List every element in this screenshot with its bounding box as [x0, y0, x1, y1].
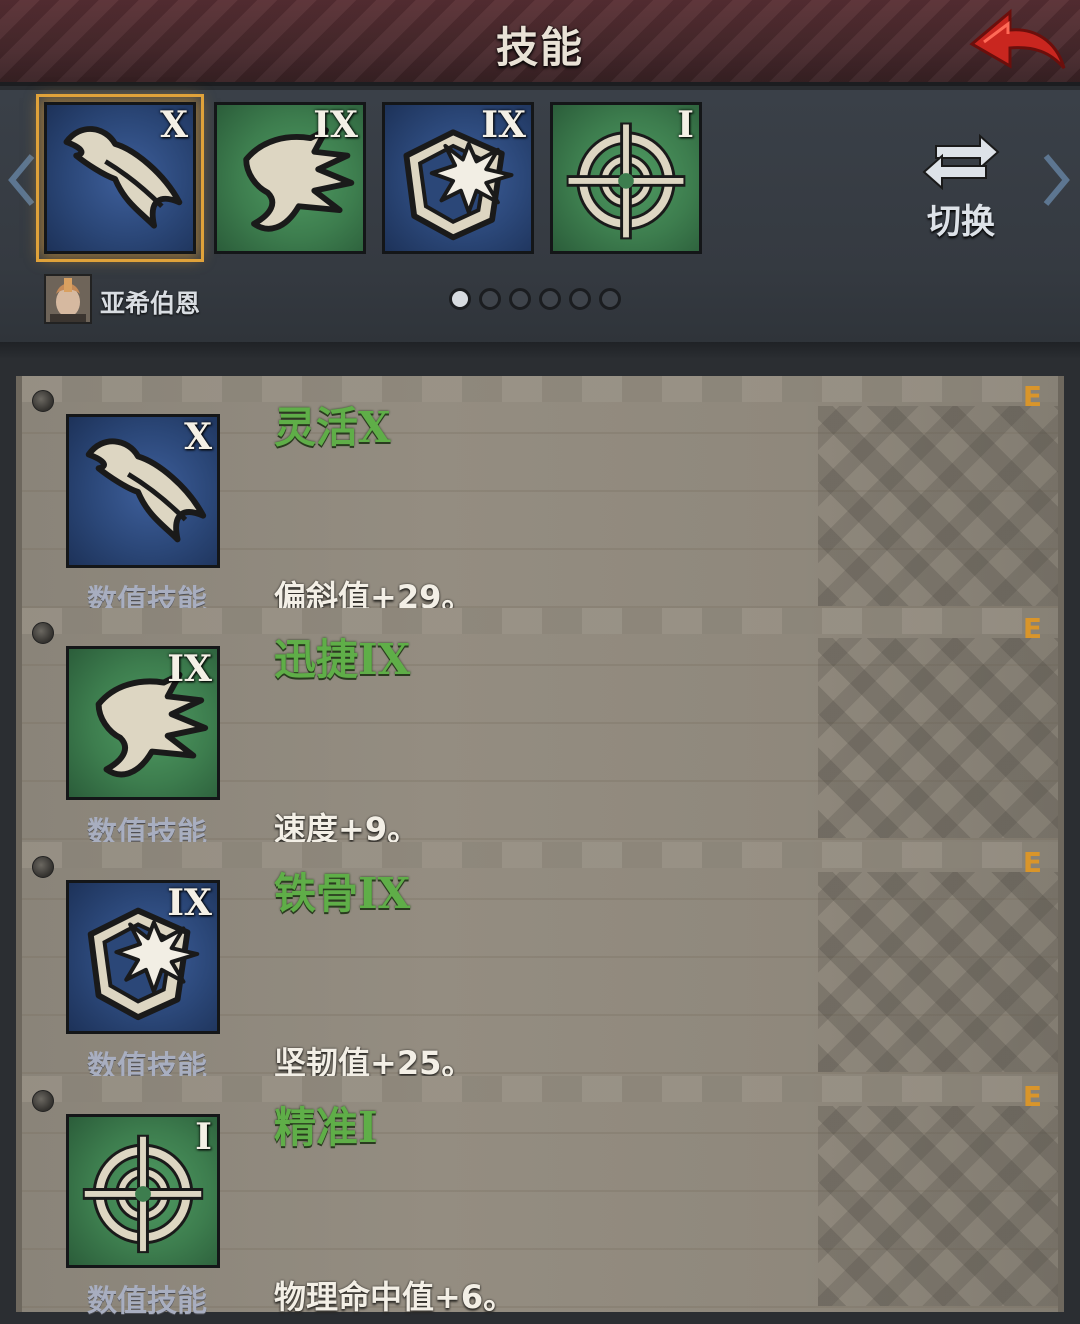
skill-level-numeral: IX — [481, 104, 526, 146]
skill-slot-2[interactable]: IX — [214, 102, 366, 254]
hero-portrait-icon — [46, 276, 90, 322]
page-dot[interactable] — [569, 288, 591, 310]
rivet-icon — [32, 856, 54, 878]
skill-card[interactable]: E IX 数值技能 迅捷IX 速度+9。 — [16, 608, 1064, 851]
card-marker: E — [1022, 612, 1042, 645]
page-dot[interactable] — [509, 288, 531, 310]
skill-name: 灵活X — [274, 403, 391, 452]
chevron-left-icon — [8, 154, 35, 206]
scroll-left-arrow[interactable] — [4, 150, 38, 210]
skill-level-numeral: IX — [313, 104, 358, 146]
skill-description: 物理命中值+6。 — [274, 1278, 516, 1316]
skill-level-numeral: I — [677, 104, 694, 146]
page-title: 技能 — [495, 23, 584, 72]
card-decoration — [818, 1106, 1058, 1306]
back-arrow-icon — [969, 8, 1066, 69]
divider — [0, 342, 1080, 358]
skill-icon-button[interactable]: IX — [66, 646, 220, 800]
skill-list[interactable]: E X 数值技能 灵活X 偏斜值+29。 E IX 数值技能 迅捷IX 速度+9… — [0, 358, 1080, 1324]
rivet-icon — [32, 622, 54, 644]
rivet-icon — [32, 390, 54, 412]
skill-slot-4[interactable]: I — [550, 102, 702, 254]
page-dot[interactable] — [599, 288, 621, 310]
skill-card[interactable]: E I 数值技能 精准I 物理命中值+6。 — [16, 1076, 1064, 1319]
back-button[interactable] — [964, 4, 1068, 78]
swap-arrows-icon — [922, 133, 1000, 190]
skill-icon-button[interactable]: I — [66, 1114, 220, 1268]
swap-button[interactable]: 切换 — [918, 130, 1004, 242]
skill-level-numeral: IX — [167, 648, 212, 690]
skill-name: 迅捷IX — [274, 635, 411, 684]
skill-name: 铁骨IX — [274, 869, 411, 918]
swap-label: 切换 — [927, 202, 995, 242]
skill-type-label: 数值技能 — [87, 1284, 207, 1319]
chevron-right-icon — [1043, 154, 1070, 206]
skill-slot-3[interactable]: IX — [382, 102, 534, 254]
page-dot[interactable] — [449, 288, 471, 310]
page-dot[interactable] — [479, 288, 501, 310]
card-marker: E — [1022, 380, 1042, 413]
page-dot[interactable] — [539, 288, 561, 310]
card-decoration — [818, 638, 1058, 838]
scroll-right-arrow[interactable] — [1040, 150, 1074, 210]
card-marker: E — [1022, 1080, 1042, 1113]
skill-icon-button[interactable]: IX — [66, 880, 220, 1034]
rivet-icon — [32, 1090, 54, 1112]
skill-name: 精准I — [274, 1103, 378, 1152]
skill-level-numeral: IX — [167, 882, 212, 924]
header-bar: 技能 — [0, 0, 1080, 86]
card-decoration — [818, 872, 1058, 1072]
avatar — [44, 274, 92, 324]
skill-icon-button[interactable]: X — [66, 414, 220, 568]
hero-name: 亚希伯恩 — [100, 289, 201, 318]
skill-card[interactable]: E IX 数值技能 铁骨IX 坚韧值+25。 — [16, 842, 1064, 1085]
skill-slot-1[interactable]: X — [36, 94, 204, 262]
skill-level-numeral: I — [195, 1116, 212, 1158]
card-marker: E — [1022, 846, 1042, 879]
skill-card[interactable]: E X 数值技能 灵活X 偏斜值+29。 — [16, 376, 1064, 619]
card-decoration — [818, 406, 1058, 606]
skill-level-numeral: X — [160, 104, 188, 146]
skill-level-numeral: X — [184, 416, 212, 458]
